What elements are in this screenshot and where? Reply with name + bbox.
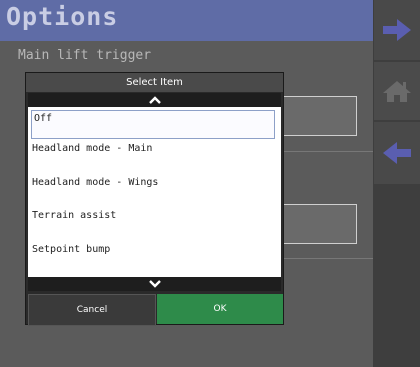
dialog-title: Select Item bbox=[26, 73, 283, 92]
chevron-down-icon bbox=[148, 280, 161, 288]
arrow-left-icon bbox=[383, 142, 411, 164]
list-item-label: Headland mode - Wings bbox=[32, 177, 159, 188]
list-item-label: Setpoint bump bbox=[32, 244, 111, 255]
list-item-label: Off bbox=[34, 113, 53, 124]
divider bbox=[282, 258, 373, 259]
divider bbox=[282, 151, 373, 152]
ok-button[interactable]: OK bbox=[157, 294, 283, 324]
scroll-up-button[interactable] bbox=[28, 93, 281, 107]
cancel-button[interactable]: Cancel bbox=[28, 294, 156, 326]
arrow-right-icon bbox=[383, 19, 411, 41]
secondary-field[interactable] bbox=[275, 204, 357, 244]
list-item-off[interactable]: Off bbox=[31, 110, 275, 139]
list-item-headland-wings[interactable]: Headland mode - Wings bbox=[30, 175, 276, 203]
list-item-label: Terrain assist bbox=[32, 210, 117, 221]
main-lift-trigger-field[interactable] bbox=[275, 96, 357, 136]
back-button[interactable] bbox=[374, 122, 420, 184]
list-item-terrain-assist[interactable]: Terrain assist bbox=[30, 208, 276, 236]
title-bar: Options bbox=[0, 0, 373, 41]
list-item-headland-main[interactable]: Headland mode - Main bbox=[30, 141, 276, 169]
chevron-up-icon bbox=[148, 96, 161, 104]
home-button[interactable] bbox=[374, 62, 420, 120]
scroll-down-button[interactable] bbox=[28, 277, 281, 291]
home-icon bbox=[383, 81, 411, 102]
list-item-setpoint-bump[interactable]: Setpoint bump bbox=[30, 242, 276, 270]
item-list: Off Headland mode - Main Headland mode -… bbox=[28, 107, 281, 277]
main-lift-trigger-label: Main lift trigger bbox=[18, 48, 152, 63]
page-title: Options bbox=[6, 2, 119, 31]
list-item-label: Headland mode - Main bbox=[32, 143, 153, 154]
next-button[interactable] bbox=[374, 0, 420, 60]
